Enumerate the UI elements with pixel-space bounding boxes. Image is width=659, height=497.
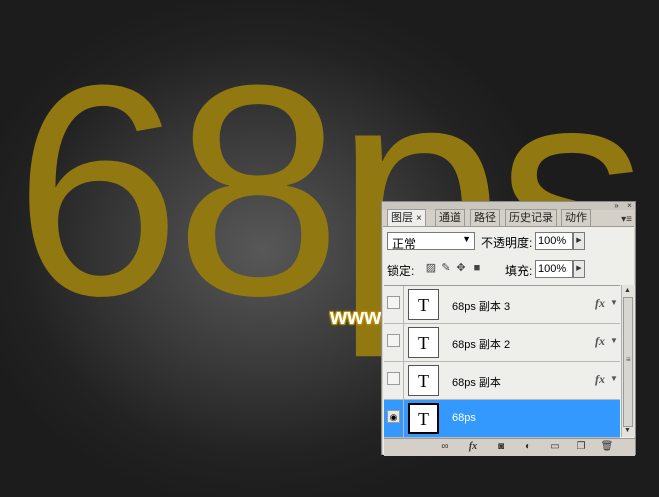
panel-footer: ∞ fx ◙ ◐ ▭ ❐ 🗑 <box>384 438 635 456</box>
eye-icon: ◉ <box>389 412 398 422</box>
new-layer-icon[interactable]: ❐ <box>574 441 588 453</box>
divider <box>403 324 404 361</box>
lock-position-icon[interactable]: ✥ <box>455 262 467 274</box>
divider <box>403 362 404 399</box>
mask-icon[interactable]: ◙ <box>494 441 508 453</box>
fx-icon[interactable]: fx <box>595 296 605 311</box>
fx-icon[interactable]: fx <box>595 372 605 387</box>
layer-row-original[interactable]: ◉ T 68ps <box>384 400 620 438</box>
layer-list: T 68ps 副本 3 fx ▼ T 68ps 副本 2 fx ▼ T 68ps… <box>384 285 620 438</box>
expand-effects-icon[interactable]: ▼ <box>610 374 618 383</box>
text-layer-thumbnail: T <box>408 365 439 396</box>
close-icon[interactable]: × <box>625 201 634 210</box>
link-icon[interactable]: ∞ <box>438 441 452 453</box>
scroll-up-icon[interactable]: ▲ <box>624 287 631 294</box>
visibility-toggle[interactable] <box>387 296 400 309</box>
folder-icon[interactable]: ▭ <box>548 441 562 453</box>
adjustment-icon[interactable]: ◐ <box>521 441 535 453</box>
opacity-label: 不透明度: <box>481 236 533 250</box>
tab-layers[interactable]: 图层 × <box>387 209 426 227</box>
blend-row: 正常 ▼ 不透明度: 100% ▶ <box>387 232 631 252</box>
scroll-down-icon[interactable]: ▼ <box>624 427 631 434</box>
layer-row-copy3[interactable]: T 68ps 副本 3 fx ▼ <box>384 286 620 324</box>
tab-channels-label: 通道 <box>439 212 461 224</box>
blend-mode-select[interactable]: 正常 ▼ <box>387 232 475 251</box>
lock-all-icon[interactable]: ■ <box>471 262 483 274</box>
panel-content: 正常 ▼ 不透明度: 100% ▶ 锁定: ▨ ✎ ✥ ■ 填充: 100% ▶… <box>383 226 635 456</box>
layers-panel: » × 图层 × 通道 路径 历史记录 动作 ▾≡ 正常 ▼ 不透明度: 100%… <box>381 201 636 456</box>
text-layer-thumbnail: T <box>408 403 439 434</box>
panel-menu-icon[interactable]: ▾≡ <box>621 214 632 225</box>
tab-channels[interactable]: 通道 <box>435 209 465 226</box>
visibility-toggle[interactable] <box>387 334 400 347</box>
tab-actions[interactable]: 动作 <box>561 209 591 226</box>
tab-layers-label: 图层 <box>391 212 413 224</box>
layer-name[interactable]: 68ps 副本 3 <box>452 298 510 314</box>
lock-row: 锁定: ▨ ✎ ✥ ■ 填充: 100% ▶ <box>387 260 631 280</box>
lock-pixels-icon[interactable]: ✎ <box>440 262 452 274</box>
fill-label: 填充: <box>505 264 533 278</box>
tab-close-icon[interactable]: × <box>416 213 422 224</box>
visibility-toggle[interactable] <box>387 372 400 385</box>
layer-name[interactable]: 68ps 副本 <box>452 374 501 390</box>
expand-effects-icon[interactable]: ▼ <box>610 298 618 307</box>
layer-row-copy2[interactable]: T 68ps 副本 2 fx ▼ <box>384 324 620 362</box>
visibility-toggle[interactable]: ◉ <box>387 410 400 423</box>
blend-mode-value: 正常 <box>392 237 417 251</box>
fx-icon[interactable]: fx <box>595 334 605 349</box>
tab-paths-label: 路径 <box>474 212 496 224</box>
scrollbar-thumb[interactable]: ≡ <box>623 297 633 427</box>
layer-row-copy[interactable]: T 68ps 副本 fx ▼ <box>384 362 620 400</box>
tab-history-label: 历史记录 <box>509 212 553 224</box>
lock-transparency-icon[interactable]: ▨ <box>425 262 437 274</box>
opacity-slider-button[interactable]: ▶ <box>573 232 585 250</box>
collapse-icon[interactable]: » <box>612 201 621 210</box>
text-layer-thumbnail: T <box>408 327 439 358</box>
grip-icon: ≡ <box>626 355 631 364</box>
layer-list-scrollbar[interactable]: ▲ ≡ ▼ <box>621 285 635 437</box>
trash-icon[interactable]: 🗑 <box>600 441 614 453</box>
layer-name[interactable]: 68ps 副本 2 <box>452 336 510 352</box>
chevron-down-icon: ▼ <box>462 234 471 244</box>
divider <box>403 400 404 437</box>
lock-label: 锁定: <box>387 264 415 278</box>
fx-icon[interactable]: fx <box>466 441 480 453</box>
fill-input[interactable]: 100% <box>535 260 573 278</box>
fill-slider-button[interactable]: ▶ <box>573 260 585 278</box>
tab-paths[interactable]: 路径 <box>470 209 500 226</box>
tab-actions-label: 动作 <box>565 212 587 224</box>
opacity-input[interactable]: 100% <box>535 232 573 250</box>
expand-effects-icon[interactable]: ▼ <box>610 336 618 345</box>
layer-name[interactable]: 68ps <box>452 412 476 424</box>
divider <box>403 286 404 323</box>
text-layer-thumbnail: T <box>408 289 439 320</box>
tab-history[interactable]: 历史记录 <box>505 209 557 226</box>
